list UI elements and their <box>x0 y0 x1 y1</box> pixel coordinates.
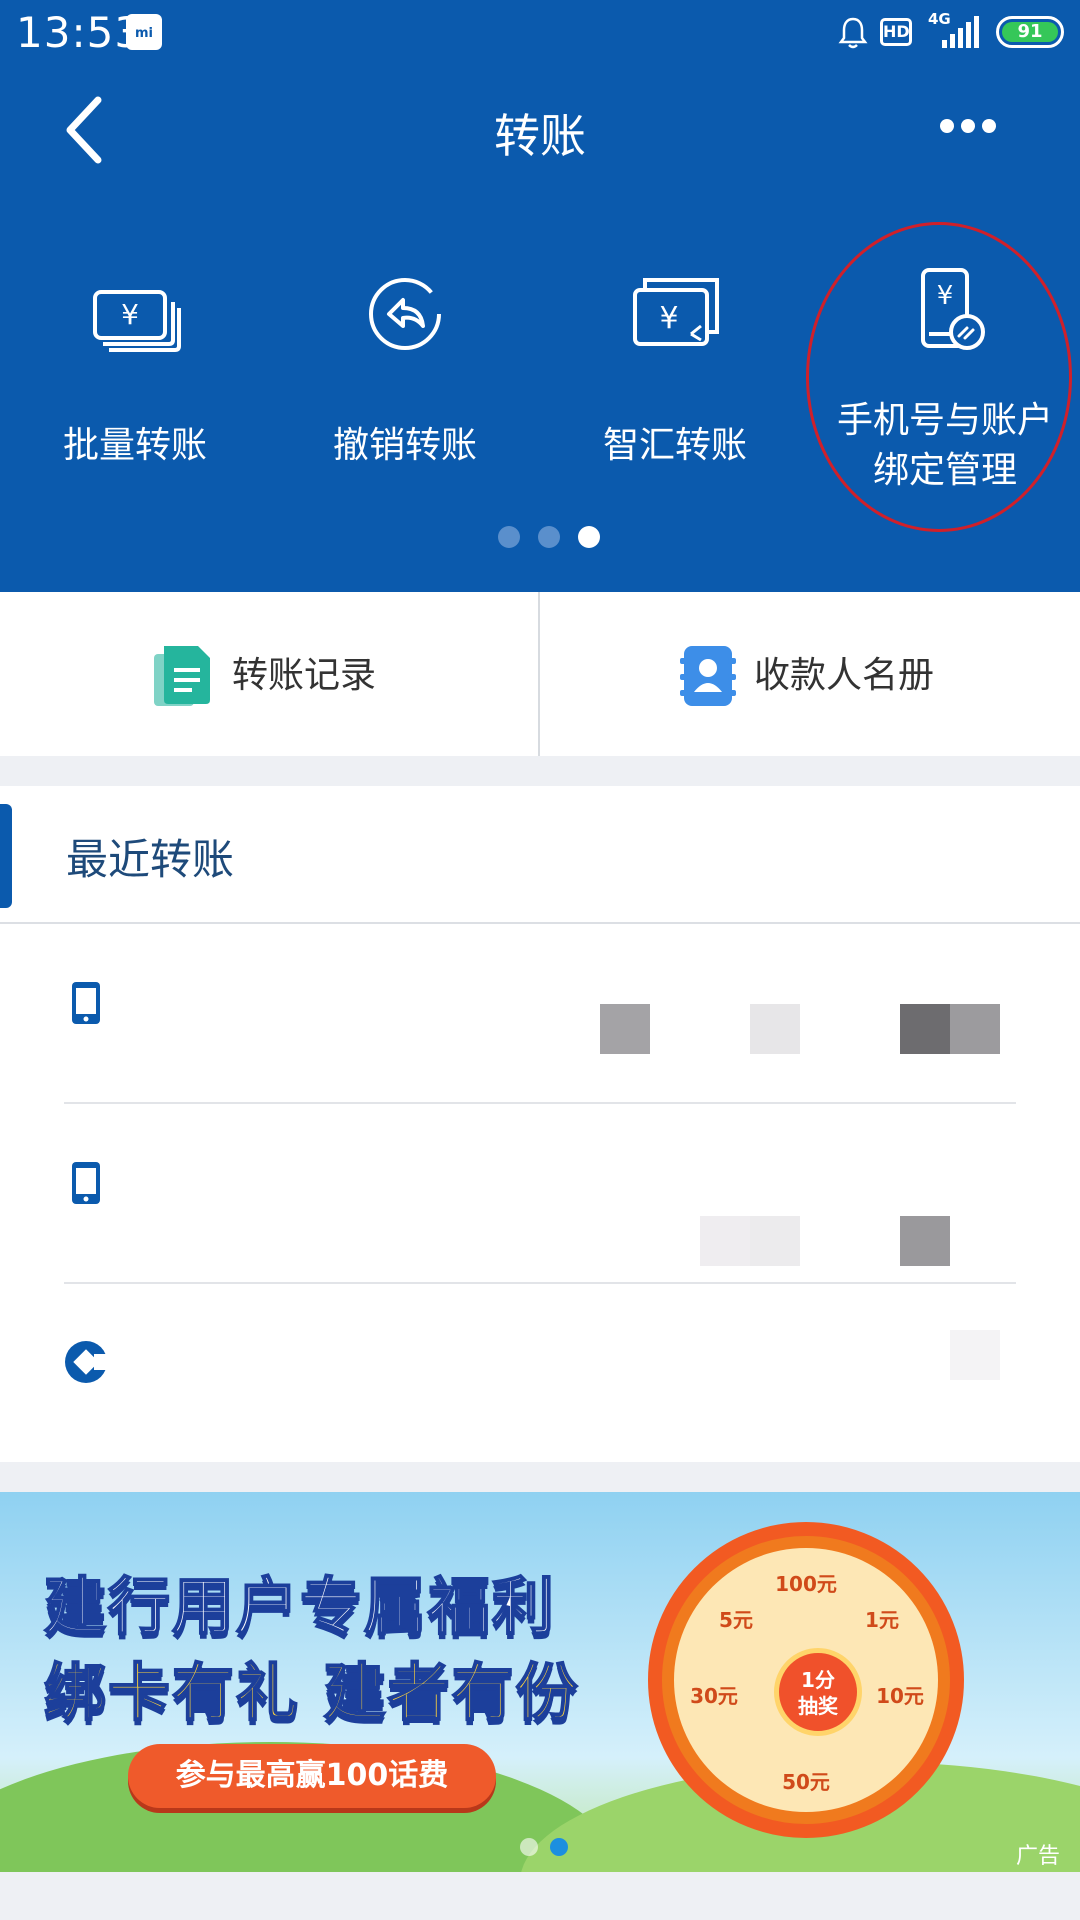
banner-page-indicator <box>516 1838 576 1860</box>
quick-action-cancel-transfer[interactable]: 撤销转账 <box>275 258 535 488</box>
nav-bar: 转账 <box>0 70 1080 190</box>
wheel-center-button[interactable]: 1分 抽奖 <box>774 1648 862 1736</box>
status-time: 13:53 <box>16 8 143 57</box>
wheel-center-line-2: 抽奖 <box>798 1694 838 1718</box>
more-icon[interactable] <box>938 114 998 138</box>
banner-dot[interactable] <box>520 1838 538 1856</box>
prize-wheel-face: 100元 1元 10元 50元 30元 5元 1分 抽奖 <box>674 1548 938 1812</box>
page-dot[interactable] <box>498 526 520 548</box>
highlight-circle <box>806 222 1072 532</box>
wheel-center-line-1: 1分 <box>801 1668 835 1692</box>
battery-level: 91 <box>1002 22 1058 42</box>
yuan-exchange-icon: ¥ <box>633 278 719 346</box>
bell-icon <box>838 17 868 49</box>
svg-text:¥: ¥ <box>121 298 139 331</box>
recent-transfer-row[interactable] <box>64 1284 1016 1464</box>
ad-label: 广告 <box>1016 1844 1061 1869</box>
page-indicator <box>494 526 604 550</box>
page-dot[interactable] <box>538 526 560 548</box>
document-icon <box>154 646 210 706</box>
status-bar: 13:53 mi HD 4G 91 <box>0 0 1080 66</box>
quick-action-batch-transfer[interactable]: ¥ 批量转账 <box>5 258 265 488</box>
prize-label: 5元 <box>719 1608 753 1632</box>
prize-label: 10元 <box>876 1684 924 1708</box>
page-dot-active[interactable] <box>578 526 600 548</box>
battery-icon: 91 <box>996 16 1064 48</box>
recent-transfer-row[interactable] <box>64 1104 1016 1284</box>
divider <box>538 592 540 756</box>
page-title: 转账 <box>494 109 586 163</box>
redacted-block <box>600 1004 650 1054</box>
redacted-block <box>900 1216 950 1266</box>
prize-label: 50元 <box>782 1770 830 1794</box>
prize-wheel: 100元 1元 10元 50元 30元 5元 1分 抽奖 <box>648 1522 964 1838</box>
signal-icon: 4G <box>926 10 982 50</box>
svg-text:¥: ¥ <box>659 301 678 336</box>
quick-action-label: 撤销转账 <box>332 425 477 466</box>
prize-label: 30元 <box>690 1684 738 1708</box>
undo-circle-icon <box>369 278 441 350</box>
redacted-block <box>900 1004 950 1054</box>
ccb-bank-logo-icon <box>65 1341 108 1383</box>
section-marker <box>0 804 12 908</box>
quick-action-smart-remit[interactable]: ¥ 智汇转账 <box>545 258 805 488</box>
shortcut-bar: 转账记录 收款人名册 <box>0 592 1080 756</box>
mi-app-icon: mi <box>126 14 162 50</box>
prize-label: 100元 <box>775 1572 837 1596</box>
promo-banner[interactable]: 建行用户专属福利 绑卡有礼 建者有份 参与最高赢100话费 100元 1元 10… <box>0 1492 1080 1872</box>
banner-dot-active[interactable] <box>550 1838 568 1856</box>
prize-label: 1元 <box>865 1608 899 1632</box>
banner-cta-button[interactable]: 参与最高赢100话费 <box>128 1744 496 1808</box>
hd-badge: HD <box>880 18 912 46</box>
recent-transfers: 最近转账 <box>0 786 1080 1462</box>
quick-action-label: 智汇转账 <box>602 425 747 466</box>
redacted-block <box>750 1004 800 1054</box>
payee-list-label: 收款人名册 <box>754 655 935 696</box>
section-title: 最近转账 <box>66 835 235 884</box>
transfer-records-label: 转账记录 <box>232 655 377 696</box>
recent-transfer-row[interactable] <box>64 924 1016 1104</box>
redacted-block <box>950 1330 1000 1380</box>
transfer-records-button[interactable]: 转账记录 <box>152 592 452 756</box>
banner-headline: 建行用户专属福利 <box>43 1569 557 1644</box>
contacts-book-icon <box>680 646 736 706</box>
mobile-phone-icon <box>72 1162 100 1204</box>
redacted-block <box>700 1216 750 1266</box>
redacted-block <box>950 1004 1000 1054</box>
banner-subheadline: 绑卡有礼 建者有份 <box>43 1655 580 1730</box>
yuan-bills-icon: ¥ <box>93 290 181 352</box>
quick-action-label: 批量转账 <box>62 425 207 466</box>
header: 13:53 mi HD 4G 91 转账 ¥ 批量转账 撤销转账 ¥ 智汇转账 … <box>0 0 1080 592</box>
mobile-phone-icon <box>72 982 100 1024</box>
redacted-block <box>750 1216 800 1266</box>
payee-list-button[interactable]: 收款人名册 <box>678 592 978 756</box>
